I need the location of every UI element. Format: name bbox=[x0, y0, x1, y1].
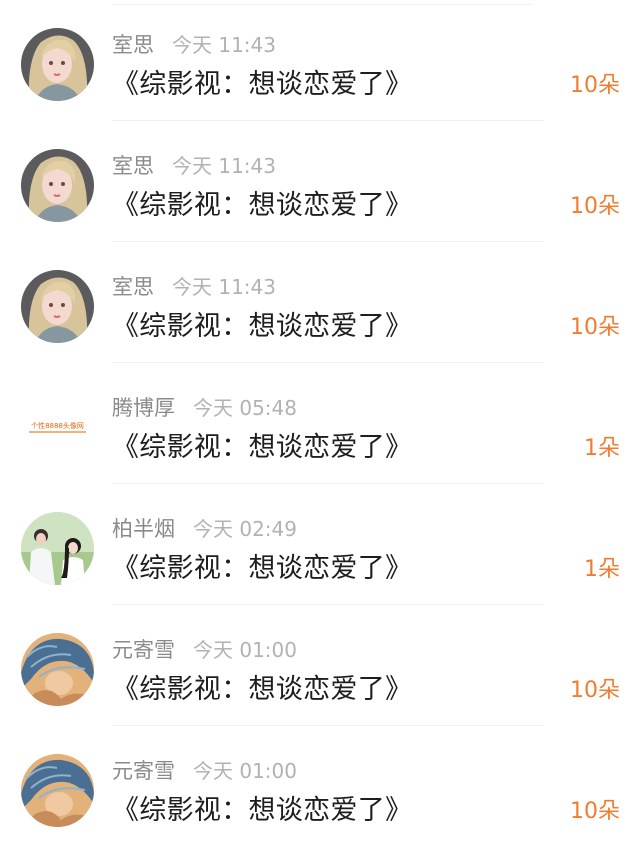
comment-meta: 元寄雪 今天 01:00 bbox=[112, 635, 297, 665]
comment-list: 室思 今天 11:43 《综影视：想谈恋爱了》 10朵 室思 今天 11:43 《综… bbox=[0, 0, 640, 848]
blonde-girl-avatar-icon bbox=[21, 28, 94, 101]
timestamp: 今天 05:48 bbox=[193, 396, 297, 420]
comment-meta: 室思 今天 11:43 bbox=[112, 151, 276, 181]
timestamp: 今天 11:43 bbox=[172, 154, 276, 178]
blue-hair-avatar-icon bbox=[21, 754, 94, 827]
flower-count: 10朵 bbox=[570, 73, 620, 98]
comment-meta: 室思 今天 11:43 bbox=[112, 272, 276, 302]
comment-row[interactable]: 个性8888头像网 腾博厚 今天 05:48 《综影视：想谈恋爱了》 1朵 bbox=[0, 363, 640, 484]
blue-hair-avatar-icon bbox=[21, 633, 94, 706]
user-name[interactable]: 腾博厚 bbox=[112, 396, 175, 420]
comment-text: 《综影视：想谈恋爱了》 bbox=[112, 190, 413, 221]
user-name[interactable]: 元寄雪 bbox=[112, 638, 175, 662]
comment-row[interactable]: 元寄雪 今天 01:00 《综影视：想谈恋爱了》 10朵 bbox=[0, 605, 640, 726]
comment-row[interactable]: 室思 今天 11:43 《综影视：想谈恋爱了》 10朵 bbox=[0, 242, 640, 363]
comment-row[interactable]: 室思 今天 11:43 《综影视：想谈恋爱了》 10朵 bbox=[0, 0, 640, 121]
flower-count: 1朵 bbox=[584, 436, 620, 461]
comment-row[interactable]: 元寄雪 今天 01:00 《综影视：想谈恋爱了》 10朵 bbox=[0, 726, 640, 847]
avatar-text: 个性8888头像网 bbox=[31, 421, 84, 430]
avatar[interactable] bbox=[21, 754, 94, 827]
comment-text: 《综影视：想谈恋爱了》 bbox=[112, 432, 413, 463]
timestamp: 今天 11:43 bbox=[172, 275, 276, 299]
timestamp: 今天 11:43 bbox=[172, 33, 276, 57]
timestamp: 今天 01:00 bbox=[193, 759, 297, 783]
default-logo-avatar-icon: 个性8888头像网 bbox=[21, 391, 94, 464]
couple-avatar-icon bbox=[21, 512, 94, 585]
avatar[interactable] bbox=[21, 270, 94, 343]
blonde-girl-avatar-icon bbox=[21, 270, 94, 343]
comment-text: 《综影视：想谈恋爱了》 bbox=[112, 674, 413, 705]
user-name[interactable]: 室思 bbox=[112, 154, 154, 178]
avatar[interactable]: 个性8888头像网 bbox=[21, 391, 94, 464]
avatar[interactable] bbox=[21, 149, 94, 222]
user-name[interactable]: 柏半烟 bbox=[112, 517, 175, 541]
comment-meta: 腾博厚 今天 05:48 bbox=[112, 393, 297, 423]
user-name[interactable]: 室思 bbox=[112, 33, 154, 57]
timestamp: 今天 02:49 bbox=[193, 517, 297, 541]
comment-row[interactable]: 室思 今天 11:43 《综影视：想谈恋爱了》 10朵 bbox=[0, 121, 640, 242]
comment-text: 《综影视：想谈恋爱了》 bbox=[112, 795, 413, 826]
flower-count: 10朵 bbox=[570, 678, 620, 703]
blonde-girl-avatar-icon bbox=[21, 149, 94, 222]
comment-text: 《综影视：想谈恋爱了》 bbox=[112, 553, 413, 584]
user-name[interactable]: 室思 bbox=[112, 275, 154, 299]
flower-count: 1朵 bbox=[584, 557, 620, 582]
comment-text: 《综影视：想谈恋爱了》 bbox=[112, 311, 413, 342]
flower-count: 10朵 bbox=[570, 799, 620, 824]
avatar[interactable] bbox=[21, 512, 94, 585]
comment-text: 《综影视：想谈恋爱了》 bbox=[112, 69, 413, 100]
comment-meta: 柏半烟 今天 02:49 bbox=[112, 514, 297, 544]
flower-count: 10朵 bbox=[570, 315, 620, 340]
comment-meta: 元寄雪 今天 01:00 bbox=[112, 756, 297, 786]
user-name[interactable]: 元寄雪 bbox=[112, 759, 175, 783]
flower-count: 10朵 bbox=[570, 194, 620, 219]
comment-meta: 室思 今天 11:43 bbox=[112, 30, 276, 60]
comment-row[interactable]: 柏半烟 今天 02:49 《综影视：想谈恋爱了》 1朵 bbox=[0, 484, 640, 605]
timestamp: 今天 01:00 bbox=[193, 638, 297, 662]
avatar[interactable] bbox=[21, 28, 94, 101]
avatar[interactable] bbox=[21, 633, 94, 706]
